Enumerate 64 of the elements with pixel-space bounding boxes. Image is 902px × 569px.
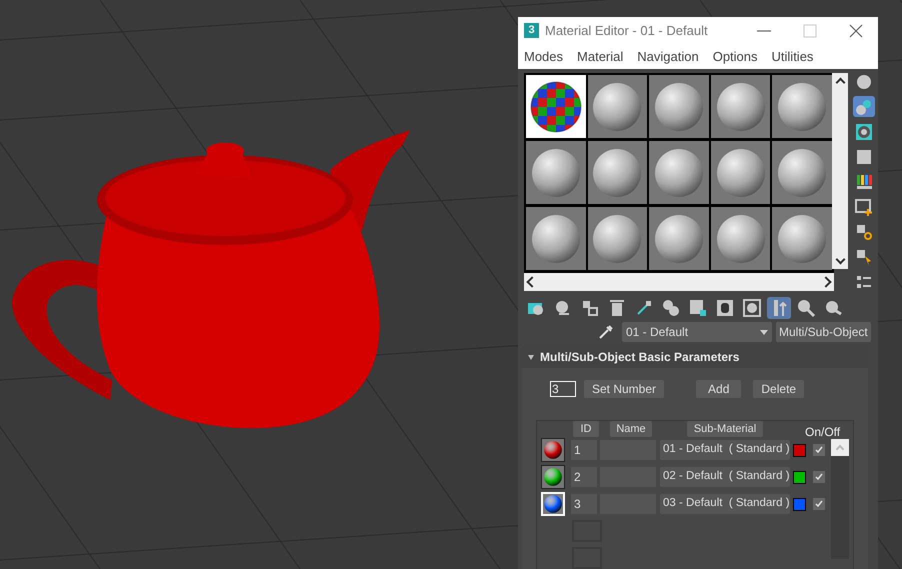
column-header[interactable]: Name: [610, 421, 652, 437]
checker-tool-icon[interactable]: [853, 121, 875, 142]
material-slot[interactable]: [710, 75, 770, 138]
sphere-icon: [543, 494, 563, 514]
add-button[interactable]: Add: [696, 380, 742, 398]
checkmark-icon: [815, 500, 823, 508]
column-header[interactable]: ID: [573, 421, 599, 437]
color-swatch[interactable]: [793, 498, 806, 510]
material-slot[interactable]: [526, 207, 586, 270]
film-tool-icon[interactable]: [853, 196, 875, 217]
material-name-dropdown[interactable]: 01 - Default: [622, 322, 772, 342]
material-slot[interactable]: [710, 141, 770, 204]
count-field[interactable]: 3: [550, 381, 576, 397]
checkmark-icon: [815, 473, 823, 481]
material-slot[interactable]: [772, 141, 832, 204]
eyedropper-icon[interactable]: [598, 324, 614, 340]
horizontal-scrollbar[interactable]: [524, 273, 834, 291]
id-field[interactable]: 1: [571, 440, 597, 460]
color-swatch[interactable]: [793, 444, 806, 456]
material-slot[interactable]: [588, 141, 648, 204]
material-slot[interactable]: [526, 75, 586, 138]
sub-material-button[interactable]: 03 - Default ( Standard ): [660, 494, 790, 514]
on-checkbox[interactable]: [813, 444, 825, 456]
sub-material-button[interactable]: 01 - Default ( Standard ): [660, 440, 790, 460]
sphere-icon: [543, 467, 563, 487]
sphere-icon: [543, 440, 563, 460]
on-checkbox[interactable]: [813, 498, 825, 510]
set-number-button[interactable]: Set Number: [584, 380, 664, 398]
list-scrollbar[interactable]: [831, 439, 849, 559]
material-swatch[interactable]: [541, 438, 565, 462]
column-header: On/Off: [805, 424, 840, 441]
material-swatch[interactable]: [541, 465, 565, 489]
menu-item[interactable]: Navigation: [637, 46, 699, 66]
vertical-scrollbar[interactable]: [832, 73, 848, 269]
material-slot[interactable]: [588, 207, 648, 270]
rollout-header[interactable]: Multi/Sub-Object Basic Parameters: [522, 346, 868, 368]
window-title: Material Editor - 01 - Default: [545, 22, 708, 40]
sub-material-button[interactable]: 02 - Default ( Standard ): [660, 467, 790, 487]
material-type-button[interactable]: Multi/Sub-Object: [776, 322, 871, 342]
map-toolbar-icon[interactable]: [740, 297, 764, 319]
id-field[interactable]: 2: [571, 467, 597, 487]
app-badge: 3: [524, 23, 539, 38]
material-slot[interactable]: [649, 75, 709, 138]
menu-item[interactable]: Options: [712, 46, 758, 66]
light-tool-icon[interactable]: [853, 96, 875, 117]
color-swatch[interactable]: [793, 470, 806, 484]
material-slot[interactable]: [526, 141, 586, 204]
show-toolbar-icon[interactable]: [767, 297, 791, 319]
column-header[interactable]: Sub-Material: [687, 421, 763, 437]
on-checkbox[interactable]: [813, 471, 825, 483]
rollout-title: Multi/Sub-Object Basic Parameters: [540, 349, 740, 366]
delete-button[interactable]: Delete: [753, 380, 804, 398]
menu-item[interactable]: Material: [577, 46, 624, 66]
checkmark-icon: [815, 446, 823, 454]
checker-sphere-icon: [528, 80, 583, 134]
material-slot[interactable]: [710, 207, 770, 270]
material-slot[interactable]: [772, 75, 832, 138]
material-slot[interactable]: [588, 75, 648, 138]
menu-item[interactable]: Utilities: [772, 46, 814, 66]
menu-item[interactable]: Modes: [524, 46, 564, 66]
id-field[interactable]: 3: [571, 494, 597, 514]
material-slot[interactable]: [649, 141, 709, 204]
material-slot[interactable]: [649, 207, 709, 270]
material-slot[interactable]: [772, 207, 832, 270]
